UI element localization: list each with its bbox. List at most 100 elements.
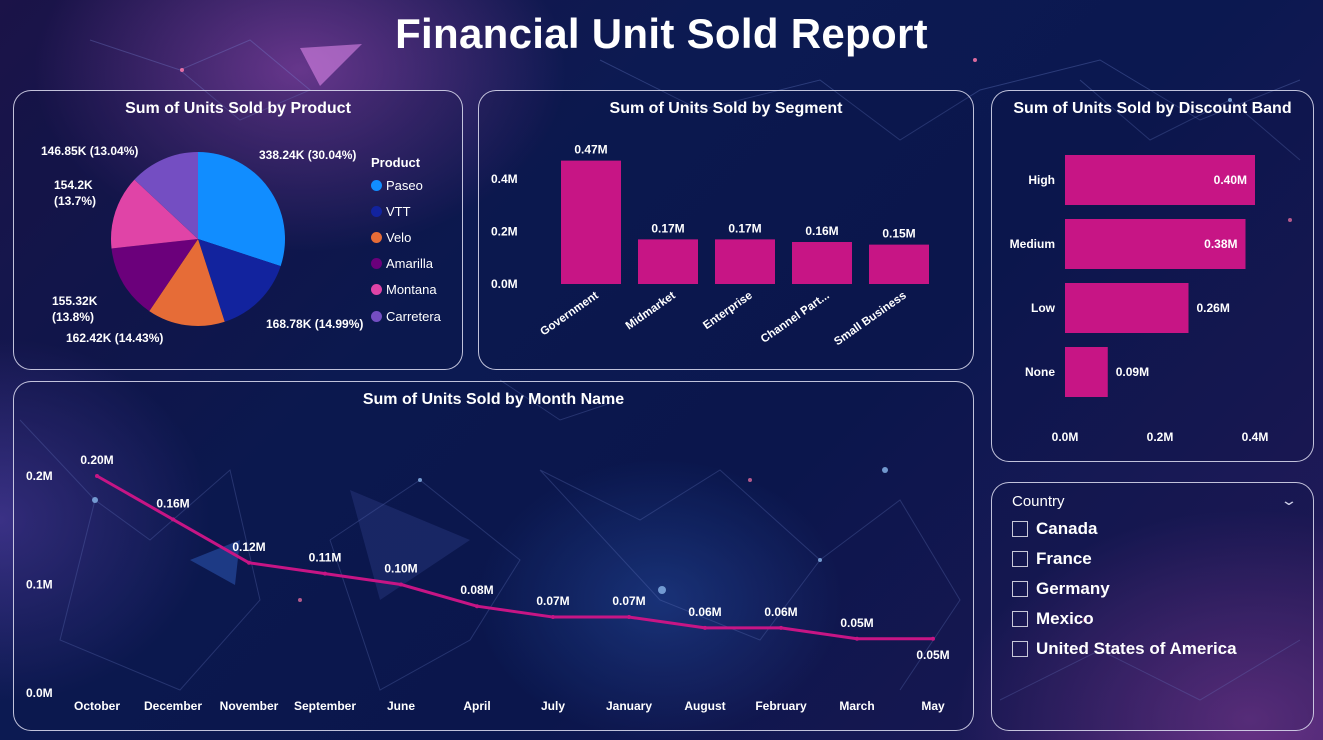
slicer-item-mexico[interactable]: Mexico [1012,609,1094,629]
point-data-label: 0.05M [840,616,873,630]
checkbox[interactable] [1012,611,1028,627]
x-tick-label: March [839,699,874,713]
discount-bar[interactable] [1065,347,1108,397]
checkbox[interactable] [1012,581,1028,597]
segment-bar[interactable] [715,239,775,284]
point-data-label: 0.11M [309,551,342,565]
slicer-label: Mexico [1036,609,1094,628]
legend-item-carretera[interactable]: Carretera [371,309,441,324]
segment-bar[interactable] [638,239,698,284]
point-data-label: 0.07M [536,594,569,608]
line-point[interactable] [323,571,327,576]
x-tick-label: Channel Part... [759,290,832,346]
x-tick-label: November [220,699,279,713]
report-title: Financial Unit Sold Report [395,10,928,57]
x-tick-label: 0.0M [1052,430,1079,444]
bar-data-label: 0.26M [1197,301,1230,315]
bar-data-label: 0.47M [574,143,607,157]
x-tick-label: July [541,699,565,713]
point-data-label: 0.12M [232,540,265,554]
month-chart-panel[interactable]: Sum of Units Sold by Month Name 0.0M 0.1M… [13,381,974,731]
pie-label-velo: 162.42K (14.43%) [66,331,164,345]
line-point[interactable] [399,582,403,587]
line-point[interactable] [475,604,479,609]
x-tick-label: Enterprise [701,290,754,332]
point-data-label: 0.06M [764,605,797,619]
segment-bar[interactable] [792,242,852,284]
legend-dot-amarilla [371,258,382,269]
pie-label-carretera: 146.85K (13.04%) [41,144,139,158]
line-point[interactable] [95,474,99,478]
legend-item-montana[interactable]: Montana [371,282,437,297]
y-tick-label: 0.0M [26,686,53,700]
y-tick-label: None [1025,365,1055,379]
segment-bar-chart[interactable]: 0.0M 0.2M 0.4M 0.47M Government 0.17M Midmarke… [479,91,973,369]
legend-label-amarilla: Amarilla [386,256,433,271]
month-line-chart[interactable]: 0.0M 0.1M 0.2M 0.20M October 0.16M December 0.1… [14,382,973,730]
y-tick-label: 0.0M [491,277,518,291]
x-tick-label: April [463,699,490,713]
slicer-item-usa[interactable]: United States of America [1012,639,1237,659]
line-point[interactable] [551,615,555,620]
line-point[interactable] [171,517,175,522]
legend-label-velo: Velo [386,230,412,245]
product-chart-panel[interactable]: Sum of Units Sold by Product 338.24K (30… [13,90,463,370]
x-tick-label: Government [538,290,601,339]
segment-bar[interactable] [869,244,929,284]
x-tick-label: 0.4M [1242,430,1269,444]
legend-item-velo[interactable]: Velo [371,230,411,245]
pie-label-montana: 154.2K (13.7%) [54,178,97,208]
x-tick-label: June [387,699,415,713]
line-point[interactable] [931,636,935,641]
x-tick-label: September [294,699,356,713]
line-point[interactable] [855,636,859,641]
y-tick-label: Medium [1010,237,1055,251]
legend-label-paseo: Paseo [386,178,423,193]
legend-title: Product [371,155,421,170]
point-data-label: 0.16M [156,496,189,510]
discount-bar[interactable] [1065,283,1189,333]
line-point[interactable] [703,625,707,630]
y-tick-label: 0.2M [491,225,518,239]
discount-chart-panel[interactable]: Sum of Units Sold by Discount Band High 0… [991,90,1314,462]
legend-dot-montana [371,284,382,295]
discount-bar-chart[interactable]: High 0.40M Medium 0.38M Low 0.26M None 0.09M 0.0… [992,91,1313,461]
pie-label-amarilla: 155.32K (13.8%) [52,294,98,324]
bar-data-label: 0.38M [1204,237,1237,251]
bar-data-label: 0.15M [882,227,915,241]
point-data-label: 0.20M [80,453,113,467]
segment-bar[interactable] [561,160,621,284]
legend-item-amarilla[interactable]: Amarilla [371,256,433,271]
x-tick-label: October [74,699,120,713]
x-tick-label: February [755,699,807,713]
pie-label-vtt: 168.78K (14.99%) [266,317,364,331]
slicer-label: United States of America [1036,639,1237,658]
line-point[interactable] [779,625,783,630]
chevron-down-icon[interactable]: ⌄ [1280,492,1298,509]
month-line[interactable] [96,474,933,641]
slicer-item-canada[interactable]: Canada [1012,519,1097,539]
slicer-item-france[interactable]: France [1012,549,1092,569]
point-data-label: 0.08M [460,583,493,597]
legend-label-vtt: VTT [386,204,411,219]
legend-item-paseo[interactable]: Paseo [371,178,423,193]
slicer-item-germany[interactable]: Germany [1012,579,1110,599]
checkbox[interactable] [1012,521,1028,537]
checkbox[interactable] [1012,641,1028,657]
legend-dot-carretera [371,311,382,322]
x-tick-label: January [606,699,652,713]
legend-dot-vtt [371,206,382,217]
checkbox[interactable] [1012,551,1028,567]
country-slicer[interactable]: Country ⌄ Canada France Germany Mexico U… [991,482,1314,731]
slicer-label: Germany [1036,579,1110,598]
line-point[interactable] [627,615,631,620]
legend-label-montana: Montana [386,282,437,297]
legend-item-vtt[interactable]: VTT [371,204,411,219]
line-point[interactable] [247,560,251,565]
x-tick-label: 0.2M [1147,430,1174,444]
point-data-label: 0.05M [916,648,949,662]
slicer-header: Country [1012,493,1065,510]
bar-data-label: 0.16M [805,224,838,238]
segment-chart-panel[interactable]: Sum of Units Sold by Segment 0.0M 0.2M 0.4… [478,90,974,370]
bar-data-label: 0.17M [728,221,761,235]
